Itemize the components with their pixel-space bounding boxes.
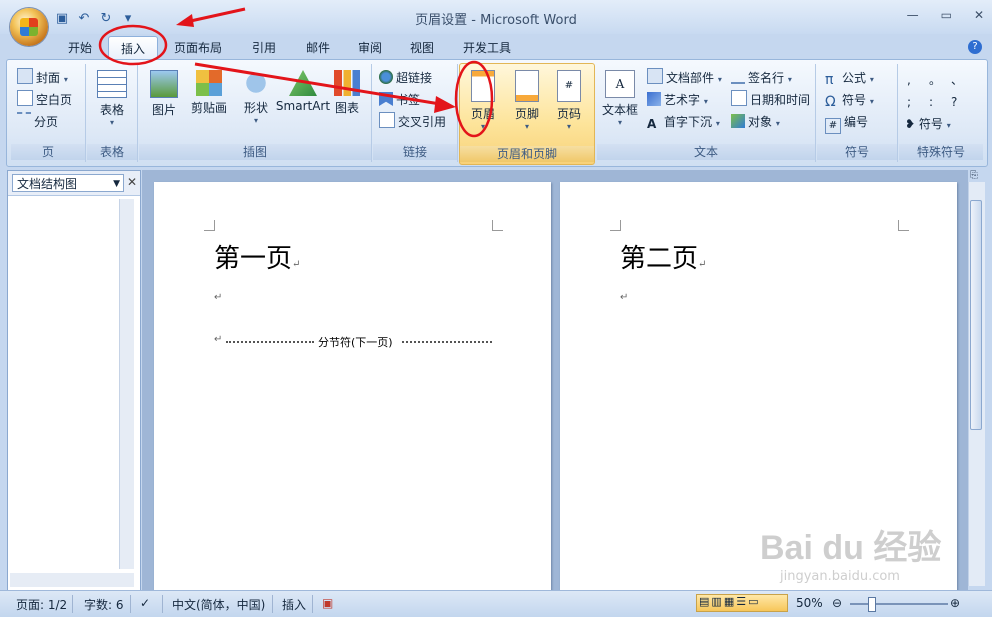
office-button[interactable] <box>10 8 48 46</box>
arrow-head <box>434 96 456 113</box>
arrow-head <box>176 14 194 27</box>
header-button-highlight <box>454 60 494 138</box>
baidu-watermark: Bai du 经验 jingyan.baidu.com <box>760 529 942 584</box>
insert-tab-highlight <box>98 24 168 66</box>
office-logo-icon <box>20 18 38 36</box>
arrow-to-header <box>194 62 441 106</box>
arrow-to-insert-tab <box>185 7 246 24</box>
